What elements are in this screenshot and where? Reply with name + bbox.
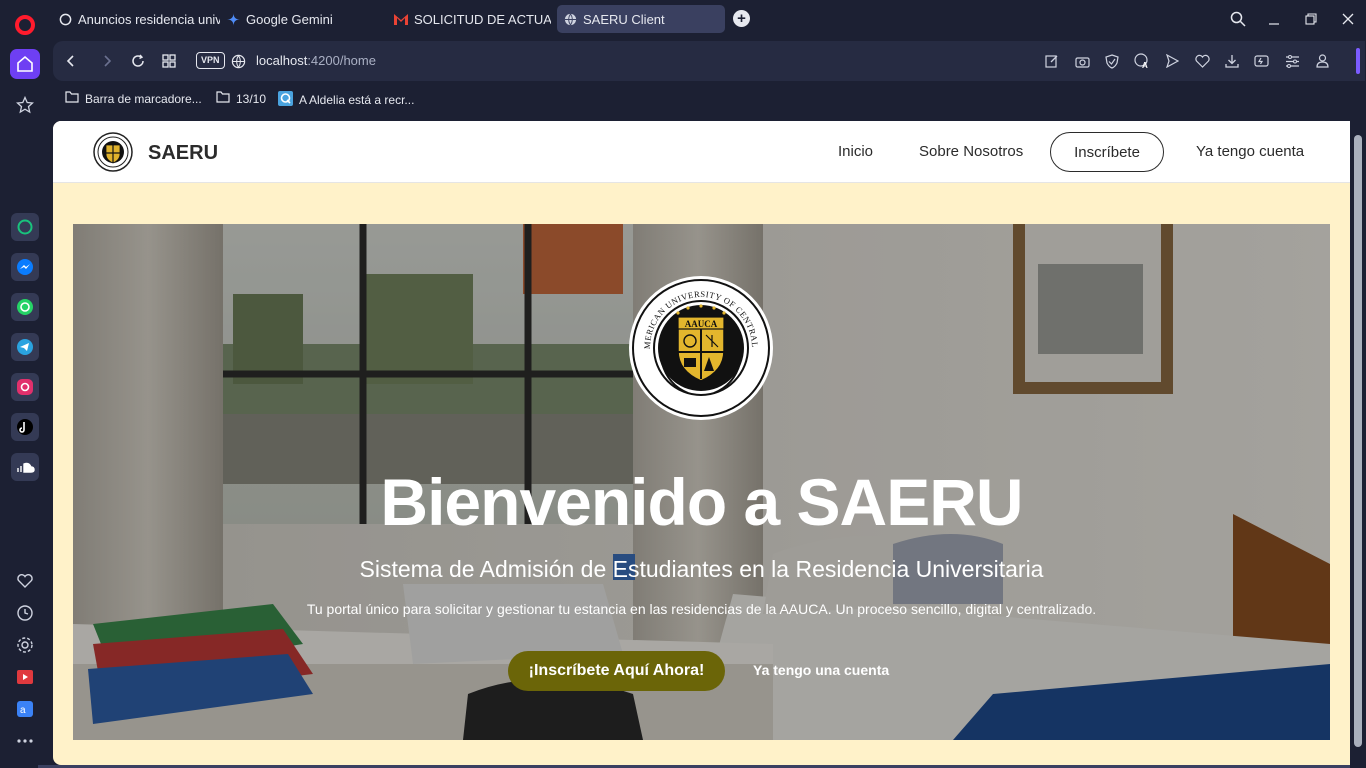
scrollbar-thumb[interactable] bbox=[1354, 135, 1362, 747]
star-icon[interactable] bbox=[10, 90, 40, 120]
nav-signup-button[interactable]: Inscríbete bbox=[1050, 132, 1164, 172]
video-player-icon[interactable] bbox=[10, 662, 40, 692]
tab-strip: Anuncios residencia unive Google Gemini … bbox=[50, 0, 1366, 38]
bookmark-label: 13/10 bbox=[236, 91, 267, 106]
tab-grid-icon[interactable] bbox=[159, 51, 179, 71]
tiktok-app-icon[interactable] bbox=[11, 413, 39, 441]
bookmark-label: A Aldelia está a recr... bbox=[299, 93, 415, 107]
chatgpt-icon bbox=[58, 12, 72, 26]
bookmark-aldelia[interactable]: A Aldelia está a recr... bbox=[278, 91, 414, 109]
tab-anuncios[interactable]: Anuncios residencia unive bbox=[52, 5, 220, 33]
favorite-heart-icon[interactable] bbox=[1193, 52, 1211, 70]
tab-gemini[interactable]: Google Gemini bbox=[220, 5, 380, 33]
edit-page-icon[interactable] bbox=[1043, 52, 1061, 70]
profile-icon[interactable] bbox=[1313, 52, 1331, 70]
emblem-shield-text: AAUCA bbox=[685, 319, 718, 329]
university-logo-icon[interactable] bbox=[93, 132, 133, 172]
translate-icon[interactable]: a bbox=[10, 694, 40, 724]
tab-saeru-client[interactable]: SAERU Client bbox=[557, 5, 725, 33]
minimize-icon[interactable] bbox=[1263, 8, 1285, 30]
tab-title: SOLICITUD DE ACTUALIZA bbox=[414, 11, 551, 27]
browser-sidebar: a bbox=[0, 0, 50, 768]
settings-gear-icon[interactable] bbox=[10, 630, 40, 660]
messenger-app-icon[interactable] bbox=[11, 253, 39, 281]
hero-subtitle: Sistema de Admisión de Estudiantes en la… bbox=[359, 556, 1044, 582]
svg-text:a: a bbox=[20, 705, 26, 716]
camera-snapshot-icon[interactable] bbox=[1073, 52, 1091, 70]
new-tab-button[interactable]: + bbox=[733, 10, 750, 27]
hero-description: Tu portal único para solicitar y gestion… bbox=[306, 601, 1097, 617]
svg-text:A: A bbox=[1142, 61, 1148, 69]
aauca-emblem: AFRO-AMERICAN UNIVERSITY OF CENTRAL AFRI… bbox=[625, 267, 774, 421]
whatsapp-app-icon[interactable] bbox=[11, 293, 39, 321]
opera-logo-icon[interactable] bbox=[10, 10, 40, 40]
reload-icon[interactable] bbox=[128, 51, 148, 71]
chatgpt-app-icon[interactable] bbox=[11, 213, 39, 241]
tab-gmail[interactable]: SOLICITUD DE ACTUALIZA bbox=[388, 5, 551, 33]
globe-icon bbox=[563, 12, 577, 26]
nav-link-inicio[interactable]: Inicio bbox=[838, 143, 873, 160]
forward-icon[interactable] bbox=[97, 51, 117, 71]
tab-title: Google Gemini bbox=[246, 11, 333, 27]
bookmark-folder-marcadores[interactable]: Barra de marcadore... bbox=[65, 91, 202, 106]
tab-title: SAERU Client bbox=[583, 11, 665, 27]
site-navbar: SAERU Inicio Sobre Nosotros Inscríbete Y… bbox=[53, 121, 1350, 183]
site-info-globe-icon[interactable] bbox=[228, 51, 248, 71]
vpn-badge[interactable]: VPN bbox=[196, 52, 225, 69]
send-icon[interactable] bbox=[1163, 52, 1181, 70]
home-icon[interactable] bbox=[10, 49, 40, 79]
url-field[interactable]: localhost:4200/home bbox=[256, 53, 376, 68]
battery-saver-icon[interactable] bbox=[1253, 52, 1271, 70]
instagram-app-icon[interactable] bbox=[11, 373, 39, 401]
nav-link-sobre-nosotros[interactable]: Sobre Nosotros bbox=[919, 143, 1023, 160]
folder-icon bbox=[65, 91, 79, 106]
url-host: localhost bbox=[256, 53, 308, 68]
hero-login-link[interactable]: Ya tengo una cuenta bbox=[753, 662, 889, 678]
easy-setup-icon[interactable] bbox=[1283, 52, 1301, 70]
tab-title: Anuncios residencia unive bbox=[78, 11, 220, 27]
url-path: :4200/home bbox=[307, 53, 376, 68]
translate-page-icon[interactable]: A bbox=[1133, 52, 1151, 70]
heart-icon[interactable] bbox=[10, 566, 40, 596]
back-icon[interactable] bbox=[61, 51, 81, 71]
soundcloud-app-icon[interactable] bbox=[11, 453, 39, 481]
hero-section: AFRO-AMERICAN UNIVERSITY OF CENTRAL AFRI… bbox=[73, 224, 1330, 740]
restore-icon[interactable] bbox=[1300, 8, 1322, 30]
history-clock-icon[interactable] bbox=[10, 598, 40, 628]
bookmark-label: Barra de marcadore... bbox=[85, 91, 202, 106]
address-bar: VPN localhost:4200/home A bbox=[53, 41, 1365, 81]
site-brand[interactable]: SAERU bbox=[148, 142, 218, 165]
more-dots-icon[interactable] bbox=[10, 726, 40, 756]
nav-link-login[interactable]: Ya tengo cuenta bbox=[1196, 143, 1304, 160]
telegram-app-icon[interactable] bbox=[11, 333, 39, 361]
adblock-shield-icon[interactable] bbox=[1103, 52, 1121, 70]
close-icon[interactable] bbox=[1337, 8, 1359, 30]
qapp-icon bbox=[278, 91, 293, 109]
download-icon[interactable] bbox=[1223, 52, 1241, 70]
page-scrollbar[interactable] bbox=[1350, 121, 1366, 765]
bookmarks-bar: Barra de marcadore... 13/10 A Aldelia es… bbox=[53, 86, 1366, 114]
page-viewport: SAERU Inicio Sobre Nosotros Inscríbete Y… bbox=[53, 121, 1350, 765]
hero-title: Bienvenido a SAERU bbox=[380, 465, 1023, 539]
bookmark-folder-13-10[interactable]: 13/10 bbox=[216, 91, 266, 106]
tab-search-icon[interactable] bbox=[1227, 8, 1249, 30]
gmail-icon bbox=[394, 12, 408, 26]
gemini-icon bbox=[226, 12, 240, 26]
folder-icon bbox=[216, 91, 230, 106]
sidebar-toggle-accent[interactable] bbox=[1356, 48, 1360, 74]
hero-signup-button[interactable]: ¡Inscríbete Aquí Ahora! bbox=[508, 651, 725, 691]
